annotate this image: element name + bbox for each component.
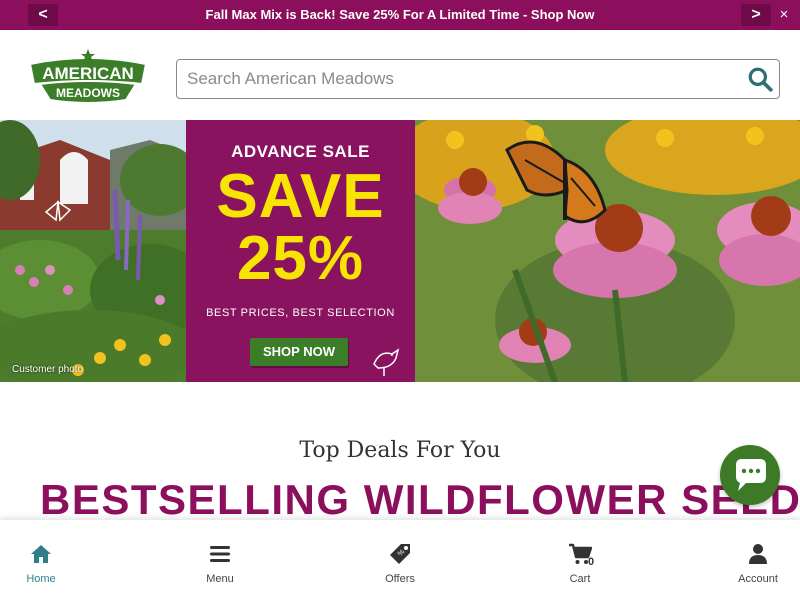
page: < Fall Max Mix is Back! Save 25% For A L… xyxy=(0,0,800,600)
logo-line2: MEADOWS xyxy=(56,86,120,100)
hero-coneflower-photo xyxy=(415,120,800,382)
promo-close-button[interactable]: × xyxy=(776,7,792,23)
nav-cart[interactable]: 0 Cart xyxy=(540,542,620,592)
promo-next-button[interactable]: > xyxy=(741,4,771,26)
nav-home-label: Home xyxy=(26,573,56,585)
bottom-nav: Home Menu % Offers 0 Cart Account xyxy=(0,520,800,600)
cart-count-badge: 0 xyxy=(588,556,595,568)
search-input[interactable] xyxy=(177,60,737,98)
sale-kicker: ADVANCE SALE xyxy=(231,142,370,161)
sale-percent: 25% xyxy=(236,224,365,293)
nav-cart-label: Cart xyxy=(569,573,591,585)
tag-icon: % xyxy=(390,544,410,564)
bird-icon xyxy=(373,348,400,376)
logo-line1: AMERICAN xyxy=(42,64,134,83)
chat-button[interactable] xyxy=(720,445,780,505)
nav-menu[interactable]: Menu xyxy=(180,542,260,592)
hero-garden-photo: Customer photo xyxy=(0,120,186,382)
promo-bar: < Fall Max Mix is Back! Save 25% For A L… xyxy=(0,0,800,30)
nav-account[interactable]: Account xyxy=(718,542,798,592)
nav-offers[interactable]: % Offers xyxy=(360,542,440,592)
deals-eyebrow: Top Deals For You xyxy=(299,438,501,463)
shop-now-button[interactable]: SHOP NOW xyxy=(250,338,348,366)
chat-icon xyxy=(736,459,766,491)
home-icon xyxy=(31,545,51,563)
sale-panel: ADVANCE SALE SAVE 25% BEST PRICES, BEST … xyxy=(186,120,415,382)
photo-caption: Customer photo xyxy=(12,364,84,375)
search-bar xyxy=(176,59,780,99)
garden-photo-image xyxy=(0,120,186,382)
american-meadows-logo[interactable]: AMERICAN MEADOWS xyxy=(26,48,150,106)
nav-home[interactable]: Home xyxy=(1,542,81,592)
coneflower-photo-image xyxy=(415,120,800,382)
deals-title: BESTSELLING WILDFLOWER SEEDS, xyxy=(40,476,800,523)
sale-headline: SAVE xyxy=(216,162,385,231)
nav-account-label: Account xyxy=(738,573,778,585)
user-icon xyxy=(749,544,767,564)
site-header: AMERICAN MEADOWS xyxy=(0,30,800,120)
menu-icon xyxy=(210,546,230,562)
promo-message-link[interactable]: Fall Max Mix is Back! Save 25% For A Lim… xyxy=(0,0,800,30)
search-icon[interactable] xyxy=(747,66,773,92)
sale-subline: BEST PRICES, BEST SELECTION xyxy=(206,307,395,319)
nav-offers-label: Offers xyxy=(385,573,415,585)
nav-menu-label: Menu xyxy=(206,573,234,585)
hero-banner[interactable]: Customer photo ADVANCE SALE SAVE 25% BES… xyxy=(0,120,800,382)
